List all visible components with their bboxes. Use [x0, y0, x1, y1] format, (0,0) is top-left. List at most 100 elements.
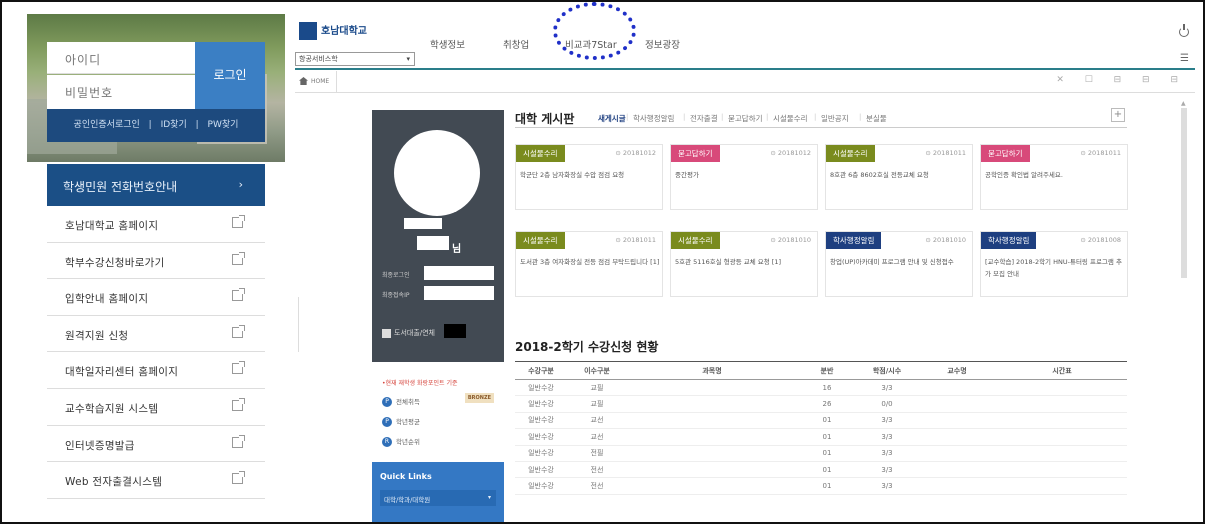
find-id-link[interactable]: ID찾기 [161, 120, 187, 130]
board-card[interactable]: 시설물수리 ⊙ 20181012 학군단 2층 남자화장실 수압 점검 요청 [515, 144, 663, 210]
board-tab[interactable]: 분실물 [866, 113, 887, 124]
login-button[interactable]: 로그인 [195, 42, 265, 109]
points-section: •현재 재학생 화랑포인트 기준 P 전체취득 BRONZE P 학년평균 R 학년순위 [372, 370, 504, 447]
board-card[interactable]: 학사행정알림 ⊙ 20181010 창업(UP)아카데미 프로그램 안내 및 신청접… [825, 231, 973, 297]
last-login-label: 최종로그인 [382, 272, 410, 279]
login-helper-bar: 공인인증서로그인 | ID찾기 | PW찾기 [47, 109, 265, 142]
board-tab[interactable]: 학사행정알림 [633, 113, 674, 124]
more-button[interactable]: + [1111, 108, 1125, 122]
clock-icon: ⊙ [770, 236, 776, 244]
table-row: 일반수강 전선 01 3/3 [515, 461, 1127, 479]
table-cell: 3/3 [857, 379, 917, 397]
post-title[interactable]: 창업(UP)아카데미 프로그램 안내 및 신청접수 [830, 256, 970, 268]
table-cell: 26 [797, 395, 857, 413]
scrollbar[interactable]: ▲ [1181, 100, 1187, 518]
chevron-down-icon: ▾ [406, 55, 410, 63]
points-label: 전체취득 [396, 398, 420, 406]
library-status[interactable]: 도서대출/연체 [382, 328, 435, 338]
university-logo[interactable]: 호남대학교 [299, 22, 367, 40]
board-card[interactable]: 묻고답하기 ⊙ 20181011 공학인증 확인법 알려주세요. [980, 144, 1128, 210]
post-title[interactable]: 학군단 2층 남자화장실 수압 점검 요청 [520, 169, 660, 181]
quick-link-item[interactable]: 대학일자리센터 홈페이지 [47, 352, 265, 389]
clock-icon: ⊙ [925, 149, 931, 157]
post-date: ⊙ 20181011 [925, 149, 966, 157]
quick-link-label: 학부수강신청바로가기 [65, 256, 165, 269]
table-cell [627, 395, 797, 413]
table-cell: 01 [797, 412, 857, 430]
board-card[interactable]: 시설물수리 ⊙ 20181010 5호관 5116호실 형광등 교체 요청 [1] [670, 231, 818, 297]
board-tab[interactable]: 묻고답하기 [728, 113, 763, 124]
board-tab[interactable]: 일반공지 [821, 113, 849, 124]
table-row: 일반수강 교선 01 3/3 [515, 428, 1127, 446]
separator: | [721, 113, 724, 121]
table-cell [997, 445, 1127, 462]
table-cell [917, 395, 997, 413]
external-link-icon [232, 434, 245, 448]
quick-link-item[interactable]: 인터넷증명발급 [47, 426, 265, 463]
post-title[interactable]: 도서관 3층 여자화장실 전등 점검 부탁드립니다 [1] [520, 256, 660, 268]
table-cell [997, 395, 1127, 413]
post-title[interactable]: 5호관 5116호실 형광등 교체 요청 [1] [675, 256, 815, 268]
find-pw-link[interactable]: PW찾기 [208, 120, 239, 130]
board-tab[interactable]: 전자출결 [690, 113, 718, 124]
id-input[interactable]: 아이디 [47, 42, 195, 74]
points-title: •현재 재학생 화랑포인트 기준 [382, 380, 458, 387]
separator: | [814, 113, 817, 121]
nav-career[interactable]: 취창업 [503, 37, 529, 51]
password-input[interactable]: 비밀번호 [47, 75, 195, 109]
table-cell: 01 [797, 461, 857, 479]
table-header: 교수명 [917, 361, 997, 380]
external-link-icon [232, 397, 245, 411]
last-login-value [424, 266, 494, 280]
quick-link-item[interactable]: 교수학습지원 시스템 [47, 389, 265, 426]
table-cell: 01 [797, 477, 857, 495]
board-card[interactable]: 학사행정알림 ⊙ 20181008 [교수학습] 2018-2학기 HNU-튜터링 … [980, 231, 1128, 297]
board-tab[interactable]: 새게시글 [598, 113, 626, 124]
category-badge: 학사행정알림 [981, 232, 1037, 249]
post-title[interactable]: 8호관 6층 8602호실 전등교체 요청 [830, 169, 970, 181]
board-card[interactable]: 시설물수리 ⊙ 20181011 8호관 6층 8602호실 전등교체 요청 [825, 144, 973, 210]
post-title[interactable]: 공학인증 확인법 알려주세요. [985, 169, 1125, 181]
window-controls[interactable]: ✕ ☐ ⊟ ⊟ ⊟ [1056, 75, 1187, 85]
table-cell [917, 428, 997, 446]
board-card[interactable]: 시설물수리 ⊙ 20181011 도서관 3층 여자화장실 전등 점검 부탁드립니다… [515, 231, 663, 297]
nav-info-plaza[interactable]: 정보광장 [645, 37, 680, 51]
quick-link-item[interactable]: Web 전자출결시스템 [47, 462, 265, 499]
scroll-thumb[interactable] [1181, 108, 1187, 278]
table-cell [997, 379, 1127, 397]
board-tab[interactable]: 시설물수리 [773, 113, 808, 124]
quick-link-label: 인터넷증명발급 [65, 439, 135, 452]
tab-home[interactable]: HOME [295, 71, 337, 93]
power-icon[interactable] [1179, 24, 1189, 37]
quick-link-item[interactable]: 학부수강신청바로가기 [47, 243, 265, 280]
table-cell [917, 477, 997, 495]
menu-icon[interactable]: ☰ [1180, 53, 1189, 64]
tab-home-label: HOME [311, 78, 330, 85]
quick-link-item[interactable]: 입학안내 홈페이지 [47, 279, 265, 316]
quick-link-item[interactable]: 원격지원 신청 [47, 316, 265, 353]
table-cell [997, 477, 1127, 495]
quick-link-label: 대학일자리센터 홈페이지 [65, 366, 179, 379]
table-header: 이수구분 [567, 361, 627, 380]
highlight-annotation [553, 2, 636, 60]
login-box: 아이디 비밀번호 로그인 공인인증서로그인 | ID찾기 | PW찾기 [47, 42, 265, 142]
post-date-value: 20181008 [1087, 236, 1121, 244]
board-card[interactable]: 묻고답하기 ⊙ 20181012 중간평가 [670, 144, 818, 210]
table-header: 수강구분 [515, 361, 567, 380]
external-link-icon [232, 251, 245, 265]
quick-link-item[interactable]: 호남대학교 홈페이지 [47, 206, 265, 243]
scroll-up-icon[interactable]: ▲ [1181, 100, 1186, 107]
post-title[interactable]: [교수학습] 2018-2학기 HNU-튜터링 프로그램 추가 모집 안내 [985, 256, 1125, 280]
phone-guide-banner[interactable]: 학생민원 전화번호안내 › [47, 164, 265, 206]
nav-student-info[interactable]: 학생정보 [430, 37, 465, 51]
department-select[interactable]: 항공서비스학 ▾ [295, 52, 415, 66]
post-title[interactable]: 중간평가 [675, 169, 815, 181]
quick-links-title: Quick Links [380, 472, 432, 481]
redaction [417, 236, 449, 250]
points-row: P 전체취득 BRONZE [372, 387, 504, 407]
cert-login-link[interactable]: 공인인증서로그인 [74, 120, 140, 130]
table-cell [997, 461, 1127, 479]
left-panel: 아이디 비밀번호 로그인 공인인증서로그인 | ID찾기 | PW찾기 학생민원… [27, 14, 285, 499]
separator: | [626, 113, 629, 121]
quick-links-select[interactable]: 대학/학과/대학원 ▾ [380, 490, 496, 506]
